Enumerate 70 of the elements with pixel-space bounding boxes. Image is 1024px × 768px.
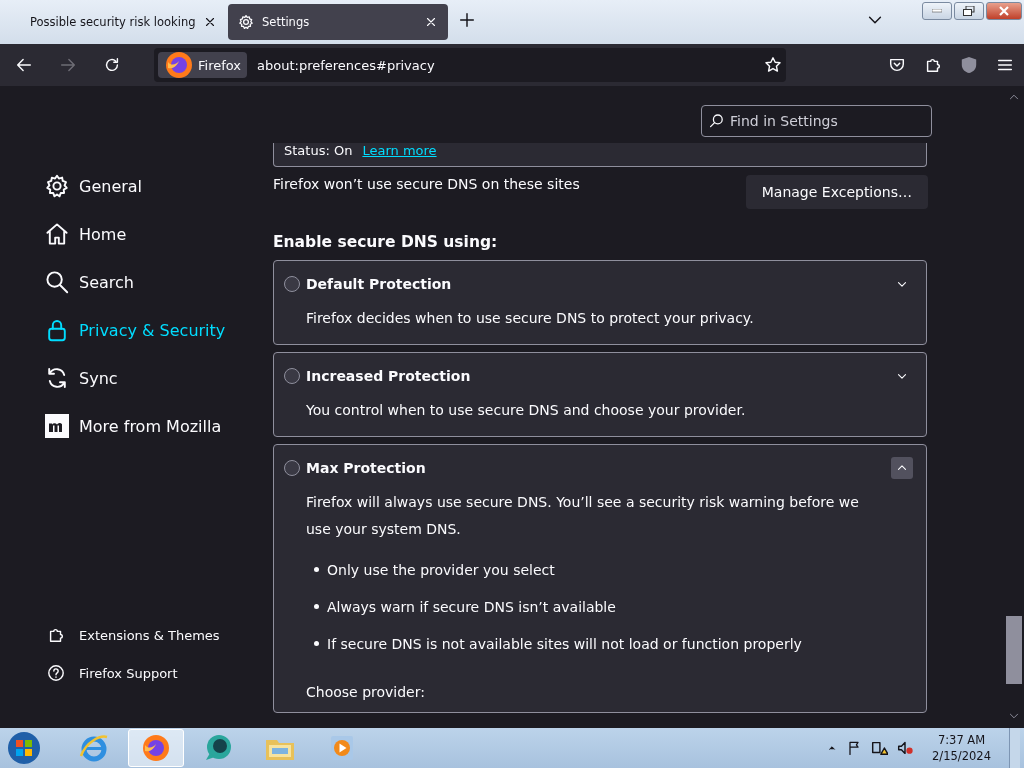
radio-button[interactable]	[284, 368, 300, 384]
scrollbar-thumb[interactable]	[1006, 616, 1022, 684]
fox-globe-icon	[164, 50, 194, 80]
url-text: about:preferences#privacy	[257, 57, 436, 73]
learn-more-link[interactable]: Learn more	[362, 143, 437, 159]
help-icon	[47, 664, 65, 682]
option-title: Increased Protection	[306, 368, 472, 384]
option-description: Firefox decides when to use secure DNS to protect your privacy.	[306, 309, 755, 328]
muted-speaker-icon	[896, 739, 915, 757]
close-icon	[999, 6, 1009, 16]
bullet-icon	[314, 567, 319, 572]
sidebar-item[interactable]: Search	[45, 258, 273, 306]
manage-exceptions-button[interactable]: Manage Exceptions…	[745, 175, 928, 209]
pocket-icon	[888, 56, 906, 74]
fox-globe-icon	[141, 733, 171, 763]
bullet-icon	[314, 604, 319, 609]
sidebar-item[interactable]: General	[45, 162, 273, 210]
close-icon	[424, 15, 438, 29]
radio-button[interactable]	[284, 276, 300, 292]
browser-tab[interactable]: Settings	[228, 4, 448, 40]
sidebar-item[interactable]: Home	[45, 210, 273, 258]
clock-date: 2/15/2024	[932, 748, 991, 764]
taskbar-app[interactable]	[128, 729, 184, 767]
restore-button[interactable]	[954, 2, 984, 20]
clock-time: 7:37 AM	[937, 732, 986, 748]
option-description: You control when to use secure DNS and choose your provider.	[306, 401, 747, 420]
radio-button[interactable]	[284, 460, 300, 476]
puzzle-icon	[47, 626, 65, 644]
new-tab-icon	[458, 11, 476, 29]
home-icon	[45, 222, 69, 246]
option-description: Firefox will always use secure DNS. You’ll see a security risk warning before we use your system DNS.	[306, 493, 860, 539]
restore-icon	[963, 6, 975, 16]
address-bar[interactable]: Firefox about:preferences#privacy	[154, 48, 786, 82]
sidebar-link[interactable]: Firefox Support	[45, 654, 273, 692]
search-field[interactable]: Find in Settings	[701, 105, 932, 137]
shield-icon	[960, 56, 978, 74]
network-warning-icon	[870, 739, 889, 757]
bullet-text: Always warn if secure DNS isn’t available	[327, 598, 616, 615]
gear-icon	[45, 174, 69, 198]
search-icon	[709, 113, 725, 129]
provider-label: Choose provider:	[306, 684, 426, 700]
bookmark-star-icon	[764, 56, 782, 74]
lock-icon	[45, 318, 69, 342]
sidebar-item[interactable]: More from Mozilla	[45, 402, 273, 450]
minimize-icon	[932, 9, 942, 13]
back-arrow-icon	[15, 56, 33, 74]
status-text: Status: On	[284, 143, 353, 159]
gear-icon	[238, 14, 254, 30]
sidebar-item[interactable]: Privacy & Security	[45, 306, 273, 354]
reload-icon	[103, 56, 121, 74]
start-orb-icon	[7, 731, 41, 765]
sync-icon	[45, 366, 69, 390]
bullet-text: Only use the provider you select	[327, 561, 555, 578]
mozilla-logo-icon	[45, 414, 69, 438]
puzzle-icon	[924, 56, 942, 74]
close-button[interactable]	[986, 2, 1022, 20]
browser-e-icon	[78, 732, 110, 764]
bullet-icon	[314, 641, 319, 646]
option-title: Default Protection	[306, 276, 453, 292]
sidebar-item[interactable]: Sync	[45, 354, 273, 402]
search-icon	[45, 270, 69, 294]
sidebar-link[interactable]: Extensions & Themes	[45, 616, 273, 654]
expand-toggle[interactable]	[891, 457, 913, 479]
identity-box[interactable]: Firefox	[158, 52, 248, 78]
bullet-text: If secure DNS is not available sites will not load or function properly	[327, 635, 802, 652]
option-title: Max Protection	[306, 460, 427, 476]
section-heading: Enable secure DNS using:	[273, 233, 499, 251]
forward-arrow-icon	[59, 56, 77, 74]
browser-tab[interactable]: Possible security risk looking	[4, 4, 224, 40]
exceptions-text: Firefox won’t use secure DNS on these sites	[273, 176, 580, 192]
